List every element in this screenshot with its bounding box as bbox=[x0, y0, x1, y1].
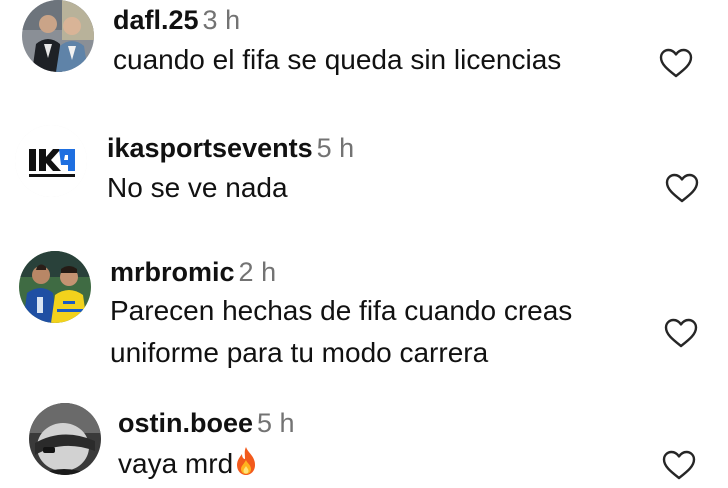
username[interactable]: ikasportsevents bbox=[107, 133, 313, 163]
timestamp: 3 h bbox=[202, 5, 241, 35]
comment-text: cuando el fifa se queda sin licencias bbox=[113, 44, 562, 75]
username[interactable]: mrbromic bbox=[110, 257, 235, 287]
avatar[interactable] bbox=[15, 125, 87, 197]
like-button[interactable] bbox=[661, 449, 697, 481]
timestamp: 5 h bbox=[316, 133, 355, 163]
comment-text-line: uniforme para tu modo carrera bbox=[110, 337, 489, 368]
heart-outline-icon bbox=[662, 450, 696, 480]
timestamp: 2 h bbox=[238, 257, 277, 287]
fire-emoji-icon bbox=[234, 446, 258, 476]
masked-person-photo-icon bbox=[29, 403, 101, 475]
comment-header: ikasportsevents 5 h bbox=[107, 132, 354, 164]
comment-text: No se ve nada bbox=[107, 172, 288, 203]
username[interactable]: ostin.boee bbox=[118, 408, 253, 438]
ika-sports-events-logo-icon bbox=[15, 125, 87, 197]
comment-item: dafl.25 3 h cuando el fifa se queda sin l… bbox=[0, 0, 728, 110]
comment-text-line: Parecen hechas de fifa cuando creas bbox=[110, 295, 573, 326]
heart-outline-icon bbox=[664, 318, 698, 348]
comment-header: ostin.boee 5 h bbox=[118, 407, 295, 439]
like-button[interactable] bbox=[658, 47, 694, 79]
avatar[interactable] bbox=[29, 403, 101, 475]
avatar[interactable] bbox=[22, 0, 94, 72]
like-button[interactable] bbox=[664, 172, 700, 204]
heart-outline-icon bbox=[659, 48, 693, 78]
comment-item: ostin.boee 5 h vaya mrd bbox=[0, 390, 728, 488]
comment-header: dafl.25 3 h bbox=[113, 4, 240, 36]
comment-text-content: vaya mrd bbox=[118, 448, 234, 479]
like-button[interactable] bbox=[663, 317, 699, 349]
timestamp: 5 h bbox=[257, 408, 295, 438]
avatar[interactable] bbox=[19, 251, 91, 323]
two-footballers-photo-icon bbox=[19, 251, 91, 323]
comment-item: mrbromic 2 h Parecen hechas de fifa cuand… bbox=[0, 240, 728, 390]
comment-item: ikasportsevents 5 h No se ve nada bbox=[0, 110, 728, 240]
heart-outline-icon bbox=[665, 173, 699, 203]
comment-text: vaya mrd bbox=[118, 444, 258, 484]
comment-header: mrbromic 2 h bbox=[110, 256, 276, 288]
two-men-suits-photo-icon bbox=[22, 0, 94, 72]
username[interactable]: dafl.25 bbox=[113, 5, 199, 35]
